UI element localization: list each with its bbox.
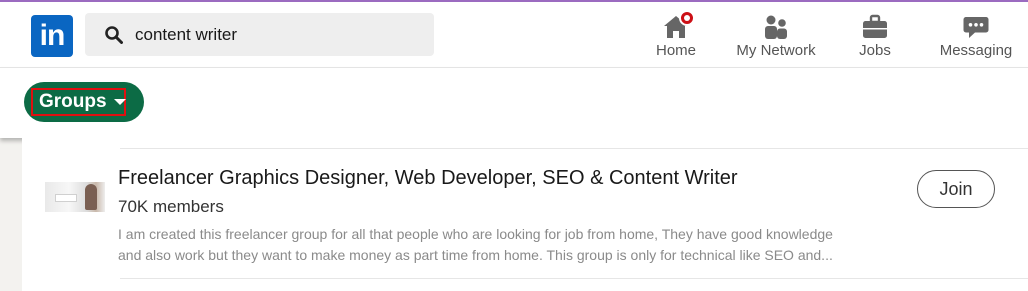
chat-icon <box>963 17 989 38</box>
search-input[interactable] <box>135 13 425 56</box>
description-line: and also work but they want to make mone… <box>118 247 833 263</box>
search-icon <box>105 26 123 44</box>
nav-messaging-label: Messaging <box>939 42 1013 59</box>
nav-messaging[interactable]: Messaging <box>935 8 1017 64</box>
group-thumbnail[interactable] <box>45 182 105 212</box>
linkedin-logo[interactable]: in <box>31 15 73 57</box>
divider <box>120 148 1028 149</box>
group-description: I am created this freelancer group for a… <box>118 224 908 266</box>
groups-filter-label: Groups <box>39 91 107 112</box>
description-line: I am created this freelancer group for a… <box>118 226 833 242</box>
notification-badge <box>679 10 695 26</box>
thumbnail-person <box>85 184 97 210</box>
join-button[interactable]: Join <box>917 170 995 208</box>
caret-down-icon <box>114 99 126 105</box>
network-icon <box>765 15 787 39</box>
search-filter-bar: Groups <box>0 68 1028 138</box>
nav-jobs[interactable]: Jobs <box>845 8 905 64</box>
nav-jobs-label: Jobs <box>859 42 891 59</box>
thumbnail-sign <box>55 194 77 202</box>
briefcase-icon <box>863 14 887 38</box>
divider <box>120 278 1028 279</box>
global-nav: in Home My Network Jobs <box>0 2 1028 68</box>
nav-network-label: My Network <box>736 42 816 59</box>
search-results: Freelancer Graphics Designer, Web Develo… <box>22 138 1028 291</box>
search-box[interactable] <box>85 13 434 56</box>
nav-my-network[interactable]: My Network <box>730 8 822 64</box>
nav-home[interactable]: Home <box>645 8 707 64</box>
logo-text: in <box>39 19 66 52</box>
groups-filter-button[interactable]: Groups <box>24 82 144 122</box>
group-title-link[interactable]: Freelancer Graphics Designer, Web Develo… <box>118 167 738 190</box>
nav-home-label: Home <box>655 42 696 59</box>
group-member-count: 70K members <box>118 197 224 216</box>
